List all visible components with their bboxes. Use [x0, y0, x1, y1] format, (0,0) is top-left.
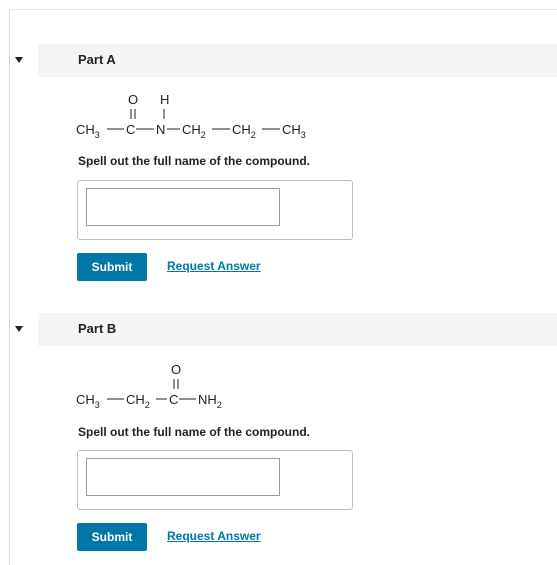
part-b-structural-formula: O CH3 CH2 C NH2: [76, 362, 276, 415]
part-b-nh2-group: NH2: [198, 392, 222, 410]
part-b-ch3-group: CH3: [76, 392, 100, 410]
part-a-ch2-group-2: CH2: [232, 122, 256, 140]
part-a-ch3-group: CH3: [76, 122, 100, 140]
part-a-submit-button[interactable]: Submit: [77, 253, 147, 281]
part-b-carbonyl-carbon: C: [169, 392, 178, 407]
part-b-carbonyl-oxygen: O: [171, 362, 181, 377]
part-b-submit-button[interactable]: Submit: [77, 523, 147, 551]
part-b-ch2-group: CH2: [126, 392, 150, 410]
part-a-request-answer-link[interactable]: Request Answer: [167, 259, 261, 273]
part-b-caret-down-icon[interactable]: [15, 326, 23, 332]
part-b-title: Part B: [78, 321, 117, 336]
part-b-answer-panel: [77, 450, 353, 510]
part-a-carbonyl-oxygen: O: [128, 92, 138, 107]
left-border: [9, 9, 10, 565]
part-b-request-answer-link[interactable]: Request Answer: [167, 529, 261, 543]
part-b-answer-input[interactable]: [86, 458, 280, 496]
part-a-answer-panel: [77, 180, 353, 240]
part-a-structural-formula: O H CH3 C N CH2 CH2 CH3: [76, 92, 336, 145]
part-a-carbonyl-carbon: C: [126, 122, 135, 137]
part-a-answer-input[interactable]: [86, 188, 280, 226]
part-a-title: Part A: [78, 52, 116, 67]
top-border: [9, 9, 557, 10]
part-a-ch3-terminal-group: CH3: [282, 122, 306, 140]
part-a-ch2-group-1: CH2: [182, 122, 206, 140]
part-b-prompt: Spell out the full name of the compound.: [78, 425, 310, 439]
part-a-nitrogen: N: [156, 122, 165, 137]
part-a-amine-hydrogen: H: [160, 92, 169, 107]
part-a-prompt: Spell out the full name of the compound.: [78, 154, 310, 168]
part-a-caret-down-icon[interactable]: [15, 57, 23, 63]
